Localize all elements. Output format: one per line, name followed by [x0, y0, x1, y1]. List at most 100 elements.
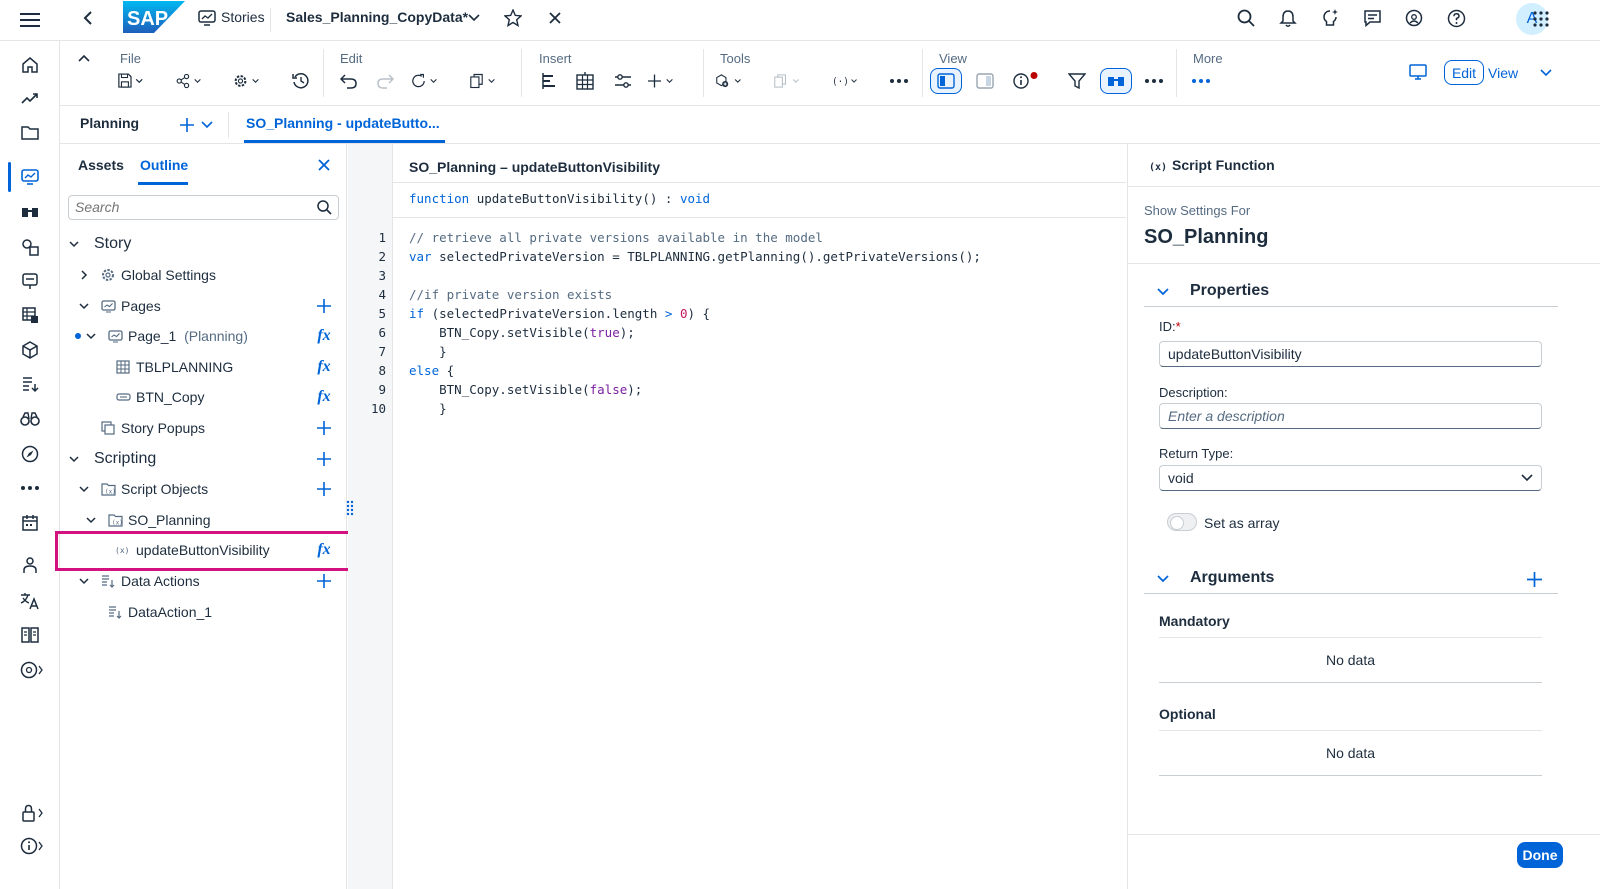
- model-cube-icon[interactable]: [18, 338, 42, 362]
- device-preview-icon[interactable]: [1406, 62, 1430, 82]
- collapse-toolbar-icon[interactable]: [76, 51, 92, 65]
- stories-nav-icon[interactable]: [18, 165, 42, 189]
- chevron-down-icon[interactable]: [85, 330, 97, 342]
- data-connections-icon[interactable]: [18, 235, 42, 259]
- description-field[interactable]: Enter a description: [1159, 403, 1542, 429]
- home-icon[interactable]: [18, 53, 42, 77]
- settings-gear-icon[interactable]: [234, 69, 260, 93]
- add-icon[interactable]: [648, 69, 674, 93]
- explorer-binoculars-icon[interactable]: [18, 407, 42, 431]
- redo-icon[interactable]: [372, 69, 398, 93]
- tree-node-global-settings[interactable]: Global Settings: [60, 260, 347, 290]
- tab-assets[interactable]: Assets: [78, 157, 124, 173]
- system-expand-icon[interactable]: [20, 658, 44, 682]
- chevron-down-icon[interactable]: [78, 483, 90, 495]
- tree-node-pages[interactable]: Pages: [60, 291, 347, 321]
- close-icon[interactable]: [545, 8, 565, 28]
- tree-node-data-action-1[interactable]: DataAction_1: [60, 597, 347, 627]
- trend-icon[interactable]: [18, 86, 42, 110]
- feedback-chat-icon[interactable]: [1361, 7, 1383, 29]
- chevron-down-icon[interactable]: [466, 10, 482, 26]
- insert-input-control-icon[interactable]: [610, 69, 636, 93]
- ai-assistant-icon[interactable]: [1319, 7, 1341, 29]
- app-grid-icon[interactable]: [1530, 8, 1552, 30]
- add-script-object-icon[interactable]: [315, 480, 333, 498]
- hamburger-menu-icon[interactable]: [18, 8, 42, 32]
- tab-script-editor[interactable]: SO_Planning - updateButto...: [246, 115, 440, 131]
- tree-node-story[interactable]: Story: [60, 229, 347, 259]
- story-title[interactable]: Sales_Planning_CopyData*: [286, 9, 468, 25]
- content-network-icon[interactable]: [18, 623, 42, 647]
- favorite-star-icon[interactable]: [502, 7, 524, 29]
- chevron-down-icon[interactable]: [78, 575, 90, 587]
- chevron-down-icon[interactable]: [200, 118, 214, 132]
- resize-grip-icon[interactable]: [346, 500, 354, 516]
- calendar-icon[interactable]: [18, 511, 42, 535]
- more-overflow-icon[interactable]: [1188, 69, 1214, 93]
- calculation-tools-icon[interactable]: [716, 69, 742, 93]
- id-field[interactable]: updateButtonVisibility: [1159, 341, 1542, 367]
- datasets-icon[interactable]: [18, 303, 42, 327]
- folder-icon[interactable]: [18, 121, 42, 145]
- chevron-down-icon[interactable]: [85, 514, 97, 526]
- history-icon[interactable]: [288, 69, 314, 93]
- more-tools-icon[interactable]: [886, 69, 912, 93]
- network-users-icon[interactable]: [18, 553, 42, 577]
- refresh-icon[interactable]: [412, 69, 438, 93]
- fx-script-icon[interactable]: fx: [315, 358, 333, 376]
- tab-outline[interactable]: Outline: [140, 157, 188, 173]
- binoculars-puzzle-icon[interactable]: [18, 200, 42, 224]
- search-input[interactable]: [69, 196, 309, 218]
- done-button[interactable]: Done: [1517, 842, 1563, 868]
- tree-node-story-popups[interactable]: Story Popups: [60, 413, 347, 443]
- copy-to-icon[interactable]: [774, 69, 800, 93]
- presentation-icon[interactable]: [18, 269, 42, 293]
- add-popup-icon[interactable]: [315, 419, 333, 437]
- translation-icon[interactable]: [18, 589, 42, 613]
- view-mode-button[interactable]: View: [1488, 60, 1552, 85]
- notifications-bell-icon[interactable]: [1277, 7, 1299, 29]
- add-page-icon[interactable]: [315, 297, 333, 315]
- fx-script-icon[interactable]: fx: [315, 327, 333, 345]
- compass-icon[interactable]: [18, 442, 42, 466]
- search-icon[interactable]: [1235, 7, 1257, 29]
- chevron-down-icon[interactable]: [1156, 573, 1170, 585]
- filter-icon[interactable]: [1064, 69, 1090, 93]
- help-icon[interactable]: [1445, 7, 1467, 29]
- search-icon[interactable]: [316, 199, 332, 215]
- info-panel-icon[interactable]: [1010, 69, 1046, 93]
- arguments-section-header[interactable]: Arguments: [1144, 564, 1558, 594]
- tree-node-scripting[interactable]: Scripting: [60, 444, 347, 474]
- chevron-down-icon[interactable]: [68, 238, 80, 250]
- script-editor[interactable]: SO_Planning – updateButtonVisibility fun…: [393, 144, 1126, 889]
- save-icon[interactable]: [118, 69, 144, 93]
- stories-link[interactable]: Stories: [221, 9, 265, 25]
- return-type-select[interactable]: void: [1159, 465, 1542, 491]
- fx-script-icon[interactable]: fx: [315, 388, 333, 406]
- edit-mode-button[interactable]: Edit: [1444, 60, 1484, 85]
- right-panel-toggle-icon[interactable]: [972, 69, 998, 93]
- tree-node-page1[interactable]: Page_1 (Planning) fx: [60, 321, 347, 351]
- undo-icon[interactable]: [336, 69, 362, 93]
- info-expand-icon[interactable]: [20, 834, 44, 858]
- data-analyzer-icon[interactable]: [1100, 68, 1132, 94]
- more-apps-icon[interactable]: [18, 476, 42, 500]
- copy-icon[interactable]: [470, 69, 496, 93]
- sap-logo[interactable]: SAP: [122, 1, 186, 33]
- left-panel-toggle-icon[interactable]: [930, 68, 962, 94]
- set-as-array-toggle[interactable]: [1167, 513, 1197, 531]
- add-argument-icon[interactable]: [1526, 571, 1542, 587]
- add-script-icon[interactable]: [315, 450, 333, 468]
- security-expand-icon[interactable]: [20, 801, 44, 825]
- tree-node-tblplanning[interactable]: TBLPLANNING fx: [60, 352, 347, 382]
- chevron-down-icon[interactable]: [1156, 286, 1170, 298]
- chevron-down-icon[interactable]: [78, 300, 90, 312]
- chevron-right-icon[interactable]: [78, 269, 90, 281]
- back-icon[interactable]: [78, 8, 98, 28]
- tree-node-btn-copy[interactable]: BTN_Copy fx: [60, 382, 347, 412]
- more-view-icon[interactable]: [1141, 69, 1167, 93]
- add-data-action-icon[interactable]: [315, 572, 333, 590]
- chevron-down-icon[interactable]: [68, 453, 80, 465]
- insert-table-icon[interactable]: [572, 69, 598, 93]
- data-actions-nav-icon[interactable]: [18, 372, 42, 396]
